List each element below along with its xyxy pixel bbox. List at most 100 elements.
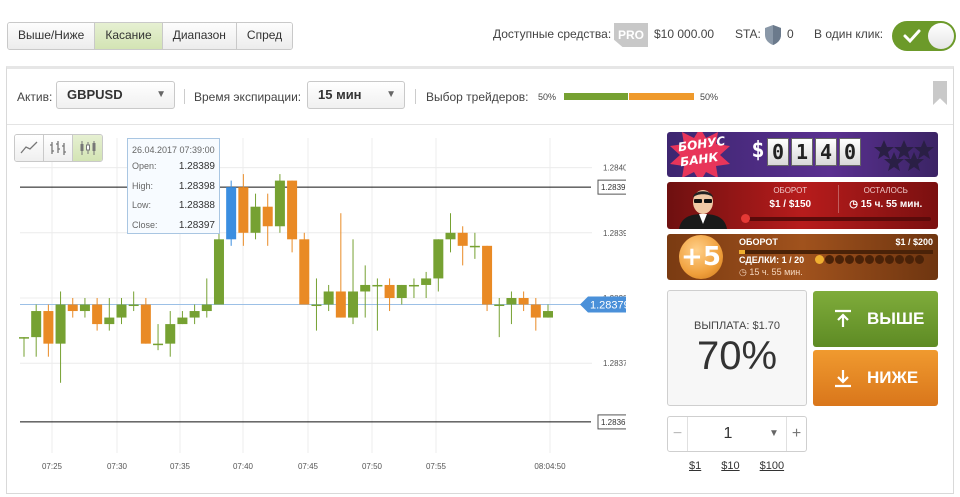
candle-body xyxy=(116,304,127,318)
plus5-time: 15 ч. 55 мин. xyxy=(749,267,803,277)
higher-button[interactable]: ВЫШЕ xyxy=(813,291,938,347)
tooltip-low-label: Low: xyxy=(132,200,152,210)
expiry-value: 15 мин xyxy=(318,87,362,102)
candle-body xyxy=(335,291,346,318)
line-chart-icon xyxy=(20,141,38,154)
increase-button[interactable]: + xyxy=(786,417,806,451)
plus5-progress-fill xyxy=(739,250,745,254)
candle-body xyxy=(506,298,517,305)
asset-value: GBPUSD xyxy=(67,87,123,102)
payout-percent: 70% xyxy=(696,334,778,378)
tooltip-date: 26.04.2017 07:39:00 xyxy=(132,145,215,155)
bar-chart-button[interactable] xyxy=(44,135,73,161)
candle-body xyxy=(348,291,359,318)
x-tick-label: 07:30 xyxy=(107,462,128,471)
asset-select[interactable]: GBPUSD ▼ xyxy=(56,81,175,109)
candle-body xyxy=(445,232,456,240)
divider xyxy=(415,89,416,104)
amount-value[interactable]: 1 xyxy=(688,417,768,451)
candle-body xyxy=(79,304,90,312)
candle-chart-button[interactable] xyxy=(73,135,102,161)
candle-body xyxy=(494,304,505,307)
candle-body xyxy=(31,311,42,338)
quick-amount-1[interactable]: $1 xyxy=(689,460,701,472)
chart-type-switcher xyxy=(14,134,103,162)
candle-body xyxy=(213,239,224,305)
plus5-progress xyxy=(739,250,933,254)
quick-amount-10[interactable]: $10 xyxy=(721,460,739,472)
deal-dot xyxy=(875,255,884,264)
currency-sign: $ xyxy=(751,138,765,163)
turnover-value: $1 / $150 xyxy=(769,199,812,210)
candle-body xyxy=(457,232,468,246)
tooltip-close-label: Close: xyxy=(132,219,158,230)
candle-body xyxy=(482,245,493,305)
tab-spread[interactable]: Спред xyxy=(236,23,293,49)
expiry-select[interactable]: 15 мин ▼ xyxy=(307,81,405,109)
candle-body xyxy=(43,311,54,344)
tooltip-open-row: Open: 1.28389 xyxy=(132,157,215,177)
candle-body xyxy=(274,180,285,227)
current-price-label: 1.28379 xyxy=(590,300,626,312)
bookmark-icon[interactable] xyxy=(933,81,947,105)
sta-label: STA: xyxy=(735,27,761,41)
x-tick-label: 07:55 xyxy=(426,462,447,471)
candle-body xyxy=(153,343,164,346)
stars-icon xyxy=(874,140,934,171)
quick-amounts: $1 $10 $100 xyxy=(689,460,784,472)
tooltip-close-value: 1.28397 xyxy=(178,219,215,231)
lower-button[interactable]: НИЖЕ xyxy=(813,350,938,406)
tab-range[interactable]: Диапазон xyxy=(162,23,237,49)
tab-touch[interactable]: Касание xyxy=(95,23,163,49)
deal-dot xyxy=(885,255,894,264)
traders-right-pct: 50% xyxy=(700,92,719,102)
candle-body xyxy=(311,304,322,307)
plus5-banner[interactable]: +5 ОБОРОТ $1 / $200 СДЕЛКИ: 1 / 20 ◷ 15 … xyxy=(667,234,938,280)
candle-body xyxy=(384,284,395,298)
candle-body xyxy=(421,278,432,285)
divider xyxy=(184,89,185,104)
quick-amount-100[interactable]: $100 xyxy=(760,460,784,472)
toggle-knob xyxy=(928,23,954,49)
counter-digit: 1 xyxy=(791,138,813,166)
tooltip-open-label: Open: xyxy=(132,161,157,171)
y-tick-label: 1.28390 xyxy=(603,229,626,238)
candle-body xyxy=(518,298,529,305)
plus5-deals-label: СДЕЛКИ: 1 / 20 xyxy=(739,255,805,265)
plus5-turnover-label: ОБОРОТ xyxy=(739,237,778,247)
chevron-down-icon[interactable]: ▼ xyxy=(769,417,779,451)
funds-value: $10 000.00 xyxy=(654,27,715,41)
y-tick-label: 1.28370 xyxy=(603,359,626,368)
candle-body xyxy=(433,239,444,279)
candle-body xyxy=(543,311,553,318)
candle-body xyxy=(323,291,334,305)
higher-label: ВЫШЕ xyxy=(867,309,925,328)
tooltip-high-label: High: xyxy=(132,180,154,191)
turnover-banner[interactable]: ОБОРОТ $1 / $150 ОСТАЛОСЬ ◷ 15 ч. 55 мин… xyxy=(667,182,938,229)
deal-dot xyxy=(835,255,844,264)
top-bar: Выше/Ниже Касание Диапазон Спред Доступн… xyxy=(0,0,960,66)
filters-bar: Актив: GBPUSD ▼ Время экспирации: 15 мин… xyxy=(7,69,953,125)
x-tick-label: 07:50 xyxy=(362,462,383,471)
turnover-progress xyxy=(743,217,931,221)
bonus-bank-banner[interactable]: БОНУС БАНК $ 0 1 4 0 xyxy=(667,132,938,177)
counter-digit: 0 xyxy=(839,138,861,166)
counter-digit: 0 xyxy=(767,138,789,166)
traders-orange-bar xyxy=(629,93,694,100)
candle-body xyxy=(92,304,103,325)
deal-dot xyxy=(845,255,854,264)
x-tick-label: 07:25 xyxy=(42,462,63,471)
line-chart-button[interactable] xyxy=(15,135,44,161)
sta-value: 0 xyxy=(787,27,794,41)
price-chart[interactable]: 1.284001.283901.283801.2837007:2507:3007… xyxy=(6,128,639,478)
deal-dot xyxy=(825,255,834,264)
x-tick-label: 08:04:50 xyxy=(534,462,566,471)
one-click-toggle[interactable] xyxy=(892,21,956,51)
check-icon xyxy=(903,29,921,44)
decrease-button[interactable]: − xyxy=(668,417,688,451)
tooltip-low-row: Low: 1.28388 xyxy=(132,196,215,216)
tab-higher-lower[interactable]: Выше/Ниже xyxy=(8,23,96,49)
clock-icon: ◷ xyxy=(739,267,750,277)
y-tick-label: 1.28400 xyxy=(603,164,626,173)
candle-body xyxy=(201,304,212,312)
